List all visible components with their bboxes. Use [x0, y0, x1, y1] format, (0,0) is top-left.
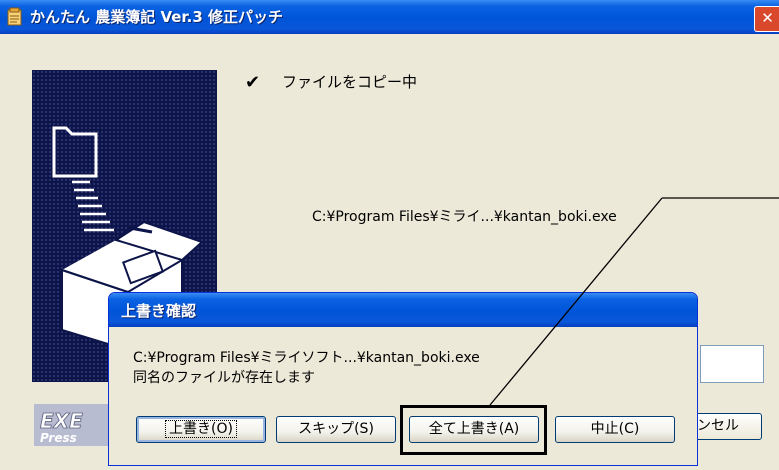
dialog-file-path: C:¥Program Files¥ミライソフト...¥kantan_boki.e… — [133, 350, 480, 366]
window-title: かんたん 農業簿記 Ver.3 修正パッチ — [30, 8, 284, 26]
overwrite-button-label: 上書き(O) — [165, 420, 237, 438]
copy-status-text: ファイルをコピー中 — [282, 73, 418, 91]
progress-field — [700, 345, 764, 383]
logo-text-top: EXE — [40, 409, 83, 433]
dialog-message: 同名のファイルが存在します — [133, 370, 315, 386]
app-icon — [7, 7, 22, 26]
target-path-text: C:¥Program Files¥ミライ...¥kantan_boki.exe — [312, 209, 617, 225]
logo-text-bottom: Press — [40, 431, 77, 445]
annotation-highlight-box — [400, 405, 547, 455]
title-bar[interactable]: かんたん 農業簿記 Ver.3 修正パッチ ✕ — [0, 0, 779, 34]
overwrite-button[interactable]: 上書き(O) — [136, 416, 266, 443]
checkmark-icon: ✔ — [245, 72, 261, 93]
dialog-title: 上書き確認 — [121, 302, 197, 320]
skip-button[interactable]: スキップ(S) — [276, 416, 396, 443]
close-icon[interactable]: ✕ — [754, 6, 779, 32]
dialog-title-bar[interactable]: 上書き確認 — [109, 293, 697, 327]
exe-press-logo: EXE Press — [34, 404, 114, 446]
abort-button[interactable]: 中止(C) — [555, 416, 675, 443]
